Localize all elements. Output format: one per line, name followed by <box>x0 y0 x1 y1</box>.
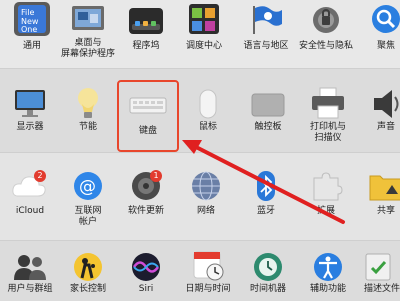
annotation-arrow <box>182 140 345 224</box>
